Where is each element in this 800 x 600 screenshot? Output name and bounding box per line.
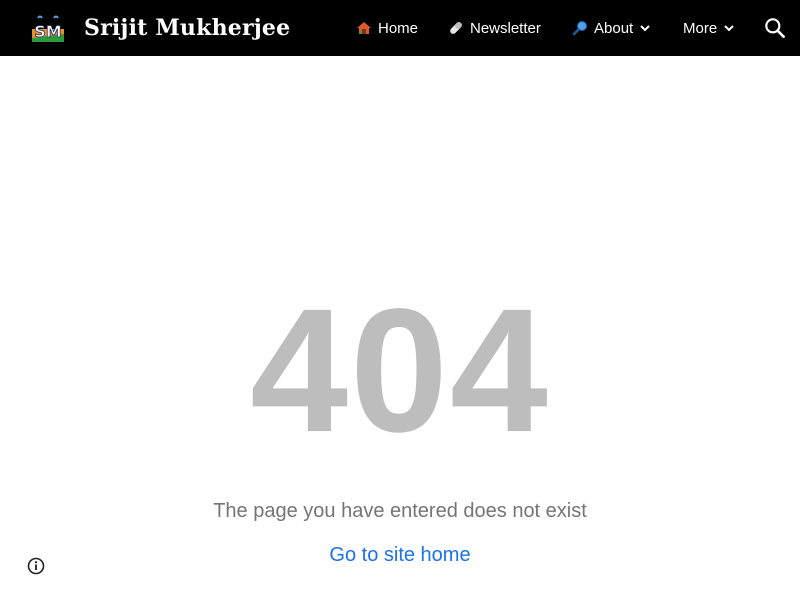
home-link-container: Go to site home: [0, 542, 800, 568]
nav-item-home-label: Home: [378, 19, 419, 37]
info-icon[interactable]: [26, 556, 46, 576]
nav-item-about-label: About: [594, 19, 634, 37]
nav-item-newsletter-label: Newsletter: [470, 19, 541, 37]
pill-icon: [450, 22, 462, 34]
chevron-down-icon: [640, 25, 650, 32]
top-navigation-bar: SM SM Srijit Mukherjee Home Newsletter A…: [0, 0, 800, 56]
nav-item-home[interactable]: Home: [356, 0, 418, 56]
nav-item-more-label: More: [683, 19, 718, 37]
chevron-down-icon: [724, 25, 734, 32]
site-title[interactable]: Srijit Mukherjee: [84, 12, 290, 44]
error-code: 404: [250, 273, 550, 469]
nav-item-about[interactable]: About: [572, 0, 651, 56]
house-icon: [357, 22, 371, 34]
nav-item-newsletter[interactable]: Newsletter: [448, 0, 541, 56]
error-message: The page you have entered does not exist: [213, 500, 587, 522]
svg-text:SM: SM: [34, 22, 61, 41]
go-to-site-home-link[interactable]: Go to site home: [329, 544, 470, 566]
search-icon[interactable]: [762, 15, 788, 41]
magnifier-icon: [572, 21, 587, 36]
site-logo[interactable]: SM SM: [30, 12, 66, 44]
nav-item-more[interactable]: More: [683, 0, 735, 56]
